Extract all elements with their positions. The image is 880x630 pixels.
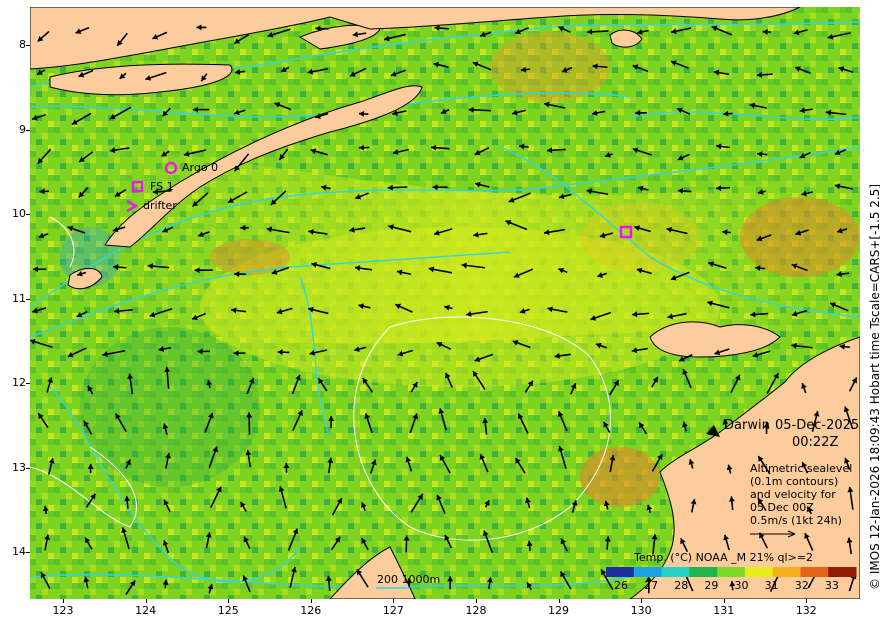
- cool-patch: [80, 327, 260, 487]
- y-tick-label: 8: [19, 38, 26, 52]
- info-line: 05 Dec 00Z: [750, 501, 814, 514]
- x-tick-mark: [63, 599, 65, 603]
- colorbar-segment: [772, 567, 801, 577]
- info-line: Altimetric sealevel: [750, 462, 853, 475]
- x-tick-mark: [641, 599, 643, 603]
- x-tick-label: 131: [713, 604, 735, 617]
- y-tick-label: 13: [12, 460, 26, 474]
- x-tick-label: 129: [548, 604, 570, 617]
- info-line: 0.5m/s (1kt 24h): [750, 514, 842, 527]
- y-tick-label: 14: [12, 545, 26, 559]
- x-tick-label: 123: [52, 604, 74, 617]
- colorbar-segment: [606, 567, 635, 577]
- legend-fs: FS 1: [150, 180, 174, 193]
- colorbar-tick-label: 30: [734, 579, 749, 592]
- x-tick-mark: [806, 599, 808, 603]
- colorbar-segment: [689, 567, 718, 577]
- map-canvas: [30, 7, 860, 599]
- legend-argo: Argo 0: [182, 161, 219, 174]
- colorbar-segment: [828, 567, 857, 577]
- x-tick-mark: [145, 599, 147, 603]
- hot-patch: [490, 32, 610, 102]
- x-tick-label: 128: [465, 604, 487, 617]
- hot-patch: [740, 197, 860, 277]
- bathymetry-scale-label: 200 1000m: [377, 573, 441, 586]
- colorbar-segment: [633, 567, 663, 577]
- colorbar-tick-label: 28: [674, 579, 689, 592]
- x-tick-mark: [475, 599, 477, 603]
- x-tick-label: 130: [630, 604, 652, 617]
- x-tick-mark: [723, 599, 725, 603]
- x-tick-mark: [310, 599, 312, 603]
- y-tick-label: 11: [12, 291, 26, 305]
- info-line: (0.1m contours): [750, 475, 839, 488]
- x-tick-label: 127: [382, 604, 404, 617]
- colorbar-tick-label: 29: [704, 579, 719, 592]
- info-line: and velocity for: [750, 488, 836, 501]
- legend-drifter: drifter: [143, 199, 177, 212]
- x-tick-label: 125: [217, 604, 239, 617]
- x-tick-label: 124: [135, 604, 157, 617]
- colorbar-segment: [800, 567, 829, 577]
- hot-patch: [580, 447, 660, 507]
- colorbar-tick-label: 32: [794, 579, 809, 592]
- colorbar-segment: [744, 567, 774, 577]
- x-tick-mark: [228, 599, 230, 603]
- colorbar-tick-label: 31: [764, 579, 779, 592]
- colorbar-tick-label: 26: [614, 579, 629, 592]
- x-tick-label: 132: [795, 604, 817, 617]
- x-tick-mark: [393, 599, 395, 603]
- colorbar-tick-label: 27: [644, 579, 659, 592]
- time-label: 00:22Z: [792, 435, 839, 450]
- info-box: Altimetric sealevel (0.1m contours) and …: [750, 462, 852, 527]
- place-label-darwin: Darwin: [724, 418, 770, 433]
- x-tick-mark: [558, 599, 560, 603]
- sst-map[interactable]: Argo 0 FS 1 drifter Darwin 05-Dec-2025 0…: [30, 7, 860, 599]
- colorbar-segment: [661, 567, 690, 577]
- x-tick-label: 126: [300, 604, 322, 617]
- y-tick-label: 12: [12, 376, 26, 390]
- colorbar-title: Temp. (°C) NOAA _M 21% ql>=2: [634, 551, 814, 564]
- colorbar-tick-label: 33: [824, 579, 839, 592]
- colorbar-segment: [717, 567, 746, 577]
- date-label: 05-Dec-2025: [775, 418, 860, 433]
- colorbar: [606, 567, 857, 577]
- credit-text: © IMOS 12-Jan-2026 18:09:43 Hobart time …: [868, 183, 880, 590]
- hot-patch: [210, 239, 290, 275]
- y-tick-label: 9: [19, 122, 26, 136]
- y-tick-label: 10: [12, 207, 26, 221]
